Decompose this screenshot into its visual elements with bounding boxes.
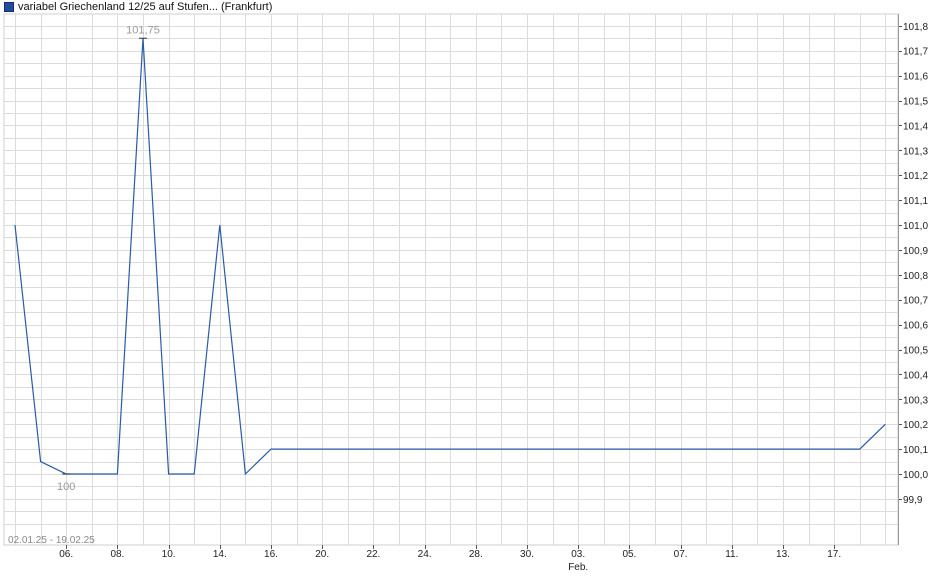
x-tick-label: 16. xyxy=(264,549,278,560)
y-tick-label: 101,2 xyxy=(903,171,928,182)
x-tick-label: 24. xyxy=(418,549,432,560)
y-tick-label: 101,7 xyxy=(903,47,928,58)
y-tick-label: 101,1 xyxy=(903,196,928,207)
x-tick-label: 30. xyxy=(520,549,534,560)
x-tick-label: 06. xyxy=(59,549,73,560)
x-tick-label: 28. xyxy=(469,549,483,560)
y-tick-label: 101,0 xyxy=(903,221,928,232)
x-tick-label: 11. xyxy=(725,549,738,560)
x-tick-label: 05. xyxy=(622,549,636,560)
x-tick-label: 17. xyxy=(827,549,841,560)
x-tick-label: 14. xyxy=(213,549,227,560)
x-month-label: Feb. xyxy=(568,562,588,573)
y-tick-label: 100,4 xyxy=(903,370,928,381)
x-tick-label: 07. xyxy=(674,549,688,560)
max-value-label: 101,75 xyxy=(126,24,160,36)
y-tick-label: 100,3 xyxy=(903,395,928,406)
x-tick-label: 08. xyxy=(110,549,124,560)
y-tick-label: 100,1 xyxy=(903,445,928,456)
y-tick-label: 101,4 xyxy=(903,121,928,132)
y-tick-label: 99,9 xyxy=(903,495,923,506)
y-tick-label: 100,0 xyxy=(903,470,928,481)
y-tick-label: 100,9 xyxy=(903,246,928,257)
y-tick-label: 100,7 xyxy=(903,296,928,307)
min-value-label: 100 xyxy=(57,481,75,493)
y-tick-label: 100,2 xyxy=(903,420,928,431)
x-tick-label: 13. xyxy=(776,549,790,560)
y-tick-label: 101,8 xyxy=(903,22,928,33)
y-tick-label: 100,8 xyxy=(903,271,928,282)
date-range-label: 02.01.25 - 19.02.25 xyxy=(8,535,95,546)
x-tick-label: 20. xyxy=(315,549,329,560)
line-chart: 101,8 101,7 101,6 101,5 101,4 101,3 101,2 101,1… xyxy=(3,13,928,573)
y-tick-label: 101,6 xyxy=(903,72,928,83)
y-tick-label: 101,3 xyxy=(903,146,928,157)
y-tick-label: 100,5 xyxy=(903,346,928,357)
x-tick-label: 10. xyxy=(162,549,176,560)
x-tick-label: 22. xyxy=(366,549,380,560)
y-tick-label: 100,6 xyxy=(903,321,928,332)
y-tick-label: 101,5 xyxy=(903,97,928,108)
x-tick-label: 03. xyxy=(571,549,585,560)
